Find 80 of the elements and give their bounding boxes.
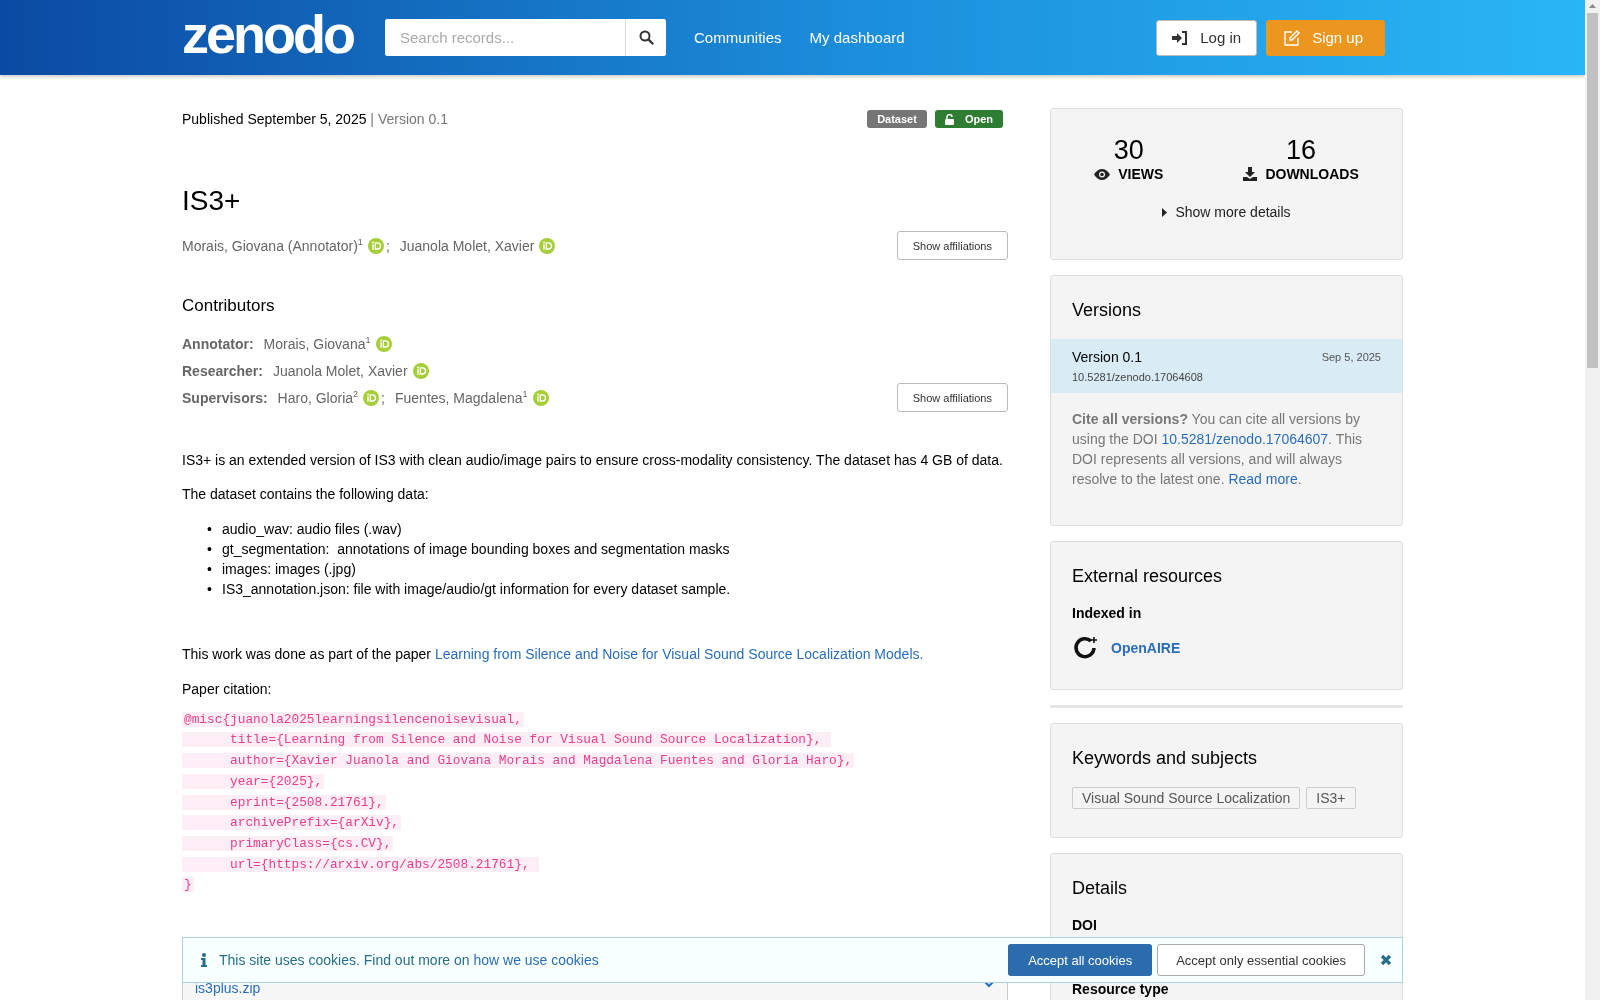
paper-link[interactable]: Learning from Silence and Noise for Visual Sound Source Localization Models. [434,646,924,663]
bullet: • [207,580,213,600]
role-label: Researcher: [182,362,263,379]
role-label: Supervisors: [182,389,268,406]
edit-icon [1284,29,1301,46]
person-name[interactable]: Morais, Giovana (Annotator)$^{1}$ [182,237,363,254]
person-name[interactable]: Juanola Molet, Xavier [272,362,408,379]
file-link[interactable]: is3plus.zip [195,980,261,997]
cookie-text: This site uses cookies. Find out more on how we use cookies [219,952,599,968]
field-label: DOI [1072,917,1098,933]
logo[interactable]: zenodo [182,6,372,61]
list-item: IS3_annotation.json: file with image/audio/gt information for every dataset sample. [222,580,731,600]
login-button[interactable]: Log in [1156,19,1258,56]
card-title: Details [1072,878,1129,899]
orcid-icon[interactable] [539,237,556,254]
description-text: IS3+ is an extended version of IS3 with clean audio/image pairs to ensure cross-modality consistency. The dataset has 4 GB of data. [182,451,1004,470]
citation-label: Paper citation: [182,679,273,698]
stat-value: 30 [1113,137,1144,164]
field-label: Resource type [1072,981,1170,997]
separator-text: | [369,111,375,127]
version-text: Version 0.1 [377,111,448,127]
type-badge: Dataset [867,110,927,128]
bullet: • [207,560,213,580]
card-title: External resources [1072,566,1224,587]
paper-sentence: This work was done as part of the paper Learning from Silence and Noise for Visual Sound Source Localization Models. [182,645,925,664]
doi-link[interactable]: Read more [1228,471,1298,487]
list-item: gt_segmentation: annotations of image bounding boxes and segmentation masks [222,540,730,560]
keyword-tag[interactable]: Visual Sound Source Localization [1072,787,1301,809]
nav-link[interactable]: My dashboard [809,29,905,46]
accept-essential-button[interactable]: Accept only essential cookies [1157,944,1365,976]
person-name[interactable]: Juanola Molet, Xavier [399,237,535,254]
orcid-icon[interactable] [363,389,380,406]
search-field[interactable]: Search records... [385,19,666,56]
resource-link[interactable]: OpenAIRE [1111,640,1181,656]
access-badge: Open [934,110,1003,128]
caret-icon[interactable] [1162,207,1168,217]
bullet: • [207,540,213,560]
list-item: audio_wav: audio files (.wav) [222,520,402,540]
version-item[interactable]: Version 0.1 Sep 5, 2025 10.5281/zenodo.17064608 [1051,339,1402,393]
description-text: The dataset contains the following data: [182,485,430,504]
nav-link[interactable]: Communities [694,29,782,46]
card-title: Versions [1072,300,1143,321]
doi-link[interactable]: 10.5281/zenodo.17064607 [1161,431,1329,447]
cite-text: Cite all versions? You can cite all versions by using the DOI 10.5281/zenodo.17064607. This DOI represents all versions, and will always resolve to the latest one. Read more. [1072,410,1364,489]
separator-text: ; [381,389,385,406]
role-label: Annotator: [182,335,254,352]
separator-text: ; [385,237,390,254]
close-icon[interactable] [1380,954,1392,966]
search-icon [638,30,654,45]
show-affiliations-button[interactable]: Show affiliations [896,383,1008,412]
cookie-link[interactable]: how we use cookies [473,952,599,968]
list-item: images: images (.jpg) [222,560,356,580]
scrollbar[interactable] [1585,0,1600,1000]
sign-in-icon [1172,30,1189,45]
download-icon [1243,167,1258,181]
show-more-link[interactable]: Show more details [1175,204,1291,220]
orcid-icon[interactable] [412,362,429,379]
person-name[interactable]: Fuentes, Magdalena$^{1}$ [394,389,528,406]
orcid-icon[interactable] [367,237,384,254]
stat-label: DOWNLOADS [1265,166,1359,182]
stat-label: VIEWS [1118,166,1164,182]
section-heading: Contributors [182,296,276,316]
keyword-tag[interactable]: IS3+ [1306,787,1356,809]
card-title: Keywords and subjects [1072,748,1259,769]
info-icon [201,953,207,967]
scroll-up-icon[interactable] [1589,4,1596,8]
orcid-icon[interactable] [532,389,549,406]
orcid-icon[interactable] [375,335,392,352]
show-affiliations-button[interactable]: Show affiliations [896,231,1008,260]
eye-icon [1094,168,1111,180]
record-title: IS3+ [182,185,242,217]
person-name[interactable]: Haro, Gloria$^{2}$ [277,389,359,406]
search-button[interactable] [625,19,666,56]
publication-date: Published September 5, 2025 [182,111,367,127]
person-name[interactable]: Morais, Giovana$^{1}$ [263,335,371,352]
accept-all-button[interactable]: Accept all cookies [1008,944,1153,976]
stat-value: 16 [1286,137,1317,164]
indexed-label: Indexed in [1072,605,1143,621]
circle-arrow-icon [1072,635,1098,661]
bullet: • [207,520,213,540]
